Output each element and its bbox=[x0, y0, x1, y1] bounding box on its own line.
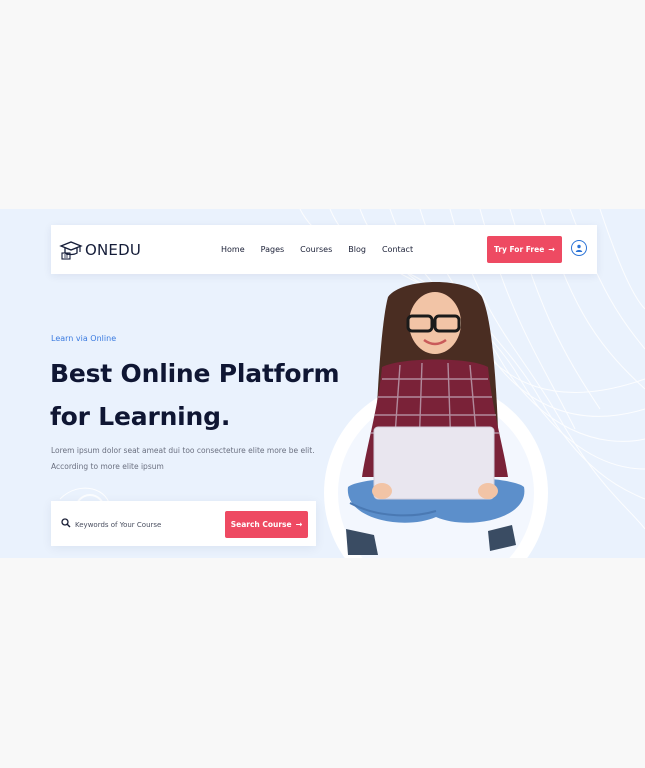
nav-item-courses[interactable]: Courses bbox=[300, 245, 332, 254]
hero-eyebrow: Learn via Online bbox=[51, 334, 117, 343]
try-for-free-label: Try For Free bbox=[494, 245, 545, 254]
logo[interactable]: ONEDU bbox=[59, 238, 141, 262]
user-account-button[interactable] bbox=[571, 240, 587, 256]
student-with-laptop-illustration bbox=[324, 282, 548, 558]
hero-headline-line-1: Best Online Platform bbox=[50, 359, 340, 388]
try-for-free-button[interactable]: Try For Free → bbox=[487, 236, 562, 263]
nav-item-blog[interactable]: Blog bbox=[348, 245, 366, 254]
arrow-right-icon: → bbox=[295, 520, 303, 529]
nav-menu: Home Pages Courses Blog Contact bbox=[221, 225, 429, 274]
hero-section: ONEDU Home Pages Courses Blog Contact Tr… bbox=[0, 209, 645, 558]
nav-item-contact[interactable]: Contact bbox=[382, 245, 413, 254]
nav-item-home[interactable]: Home bbox=[221, 245, 245, 254]
course-search-input[interactable] bbox=[73, 511, 222, 538]
arrow-right-icon: → bbox=[548, 245, 555, 254]
search-course-button[interactable]: Search Course → bbox=[225, 511, 308, 538]
nav-item-pages[interactable]: Pages bbox=[261, 245, 285, 254]
search-course-label: Search Course bbox=[230, 520, 292, 529]
logo-text: ONEDU bbox=[85, 241, 142, 259]
user-icon bbox=[575, 244, 583, 252]
hero-subtext: Lorem ipsum dolor seat ameat dui too con… bbox=[51, 446, 315, 471]
hero-headline-line-2: for Learning. bbox=[50, 402, 231, 431]
hero-headline: Best Online Platform for Learning. bbox=[50, 352, 350, 438]
top-navbar: ONEDU Home Pages Courses Blog Contact Tr… bbox=[51, 225, 597, 274]
course-search-box: Search Course → bbox=[51, 501, 316, 546]
search-icon bbox=[61, 518, 71, 528]
graduation-cap-icon bbox=[59, 241, 83, 260]
